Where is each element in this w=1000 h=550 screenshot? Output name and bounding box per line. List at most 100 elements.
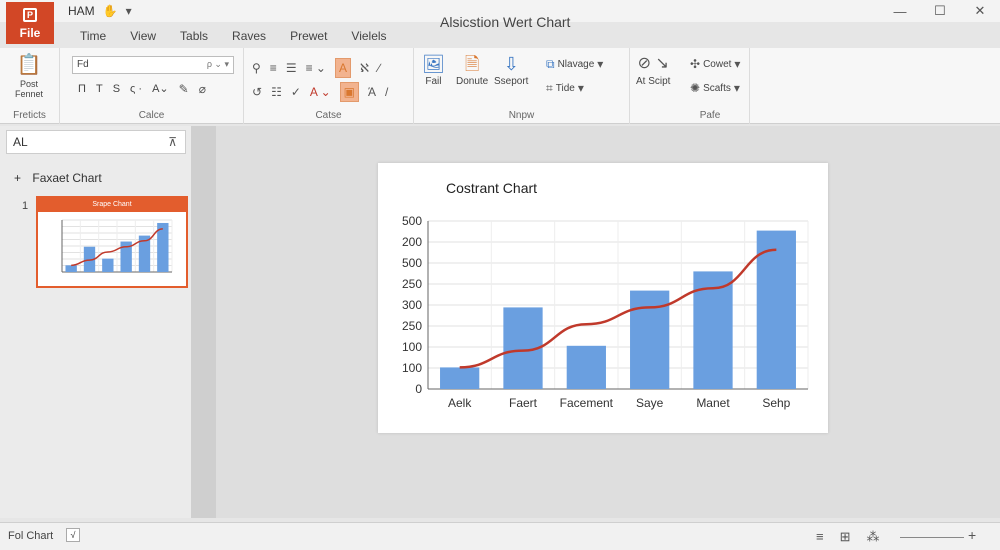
slide-section[interactable]: + Faxaet Chart bbox=[14, 171, 102, 185]
tab-view[interactable]: View bbox=[118, 28, 168, 44]
x-tick-label: Sehp bbox=[762, 396, 790, 410]
main-chart[interactable]: 0 100 100 250 300 250 500 200 500 Aelk Faert Faceme… bbox=[378, 163, 828, 433]
group-label-clipboard: Freticts bbox=[13, 110, 46, 121]
x-tick-label: Manet bbox=[696, 396, 730, 410]
donute-label: Donute bbox=[456, 76, 489, 87]
x-tick-label: Facement bbox=[560, 396, 614, 410]
ribbon-group-clipboard: 📋 Post Fennet Freticts bbox=[0, 48, 60, 124]
bar bbox=[566, 345, 606, 389]
font-size-icon[interactable]: Α⌄ bbox=[152, 82, 169, 95]
slide[interactable]: 0 100 100 250 300 250 500 200 500 Aelk Faert Faceme… bbox=[378, 163, 828, 433]
minimize-button[interactable]: — bbox=[880, 0, 920, 22]
tab-tabls[interactable]: Tabls bbox=[168, 28, 220, 44]
pane-search-input[interactable]: AL ⊼ bbox=[6, 130, 186, 154]
y-tick-label: 500 bbox=[402, 256, 422, 270]
tab-time[interactable]: Time bbox=[68, 28, 118, 44]
bar bbox=[756, 230, 796, 389]
ribbon: 📋 Post Fennet Freticts Calce Fd ρ ⌄ ▾ Π … bbox=[0, 48, 1000, 124]
pen-icon[interactable]: / bbox=[385, 86, 388, 98]
check-icon[interactable]: ✓ bbox=[291, 86, 301, 98]
y-tick-label: 250 bbox=[402, 277, 422, 291]
x-tick-label: Aelk bbox=[448, 396, 472, 410]
normal-view-icon[interactable]: ⊞ bbox=[840, 529, 851, 545]
font-dropdown-icon[interactable]: ρ ⌄ ▾ bbox=[207, 59, 229, 70]
slide-thumbnail[interactable]: Srape Chant bbox=[36, 196, 188, 288]
fail-label: Fail bbox=[425, 76, 442, 87]
zoom-slider[interactable] bbox=[900, 537, 964, 538]
y-tick-label: 0 bbox=[415, 382, 422, 396]
tide-button[interactable]: ⌗ Tide ▾ bbox=[546, 82, 584, 94]
sseport-button[interactable]: ⇩ Sseport bbox=[494, 54, 528, 87]
picture-icon: 🖼 bbox=[422, 54, 445, 74]
chart-title[interactable]: Costrant Chart bbox=[446, 180, 537, 196]
paste-button[interactable]: 📋 Post Fennet bbox=[14, 54, 44, 99]
tab-vielels[interactable]: Vielels bbox=[339, 28, 398, 44]
tide-dropdown-icon: ▾ bbox=[577, 81, 584, 95]
clear-format-icon[interactable]: ℵ bbox=[360, 62, 369, 74]
nlavage-button[interactable]: ⧉ Nlavage ▾ bbox=[546, 58, 603, 70]
donute-button[interactable]: 🗎 Donute bbox=[456, 54, 488, 87]
font-color-icon[interactable]: A bbox=[334, 58, 351, 78]
qat-dropdown-icon[interactable]: ▾ bbox=[126, 5, 132, 17]
y-tick-label: 500 bbox=[402, 214, 422, 228]
undo-icon[interactable]: ↺ bbox=[252, 86, 262, 98]
font-name-input[interactable]: Fd ρ ⌄ ▾ bbox=[72, 56, 234, 74]
columns-icon[interactable]: ☷ bbox=[271, 86, 282, 98]
text-direction-icon[interactable]: ∕ bbox=[378, 62, 380, 74]
shape-fill-icon[interactable]: ▣ bbox=[339, 82, 359, 102]
group-label-paragraph: Catse bbox=[315, 110, 342, 121]
group-label-font: Calce bbox=[138, 110, 165, 121]
status-check[interactable]: √ bbox=[66, 528, 80, 542]
maximize-button[interactable]: ☐ bbox=[920, 0, 960, 22]
bullets-icon[interactable]: ≡ ⌄ bbox=[306, 62, 326, 74]
close-button[interactable]: ✕ bbox=[960, 0, 1000, 22]
eraser-icon[interactable]: ⌀ bbox=[199, 83, 206, 95]
section-expand-icon[interactable]: + bbox=[14, 171, 21, 185]
char-spacing-icon[interactable]: Ά bbox=[368, 86, 376, 98]
section-label: Faxaet Chart bbox=[32, 171, 102, 185]
group-label-insert: Nnpw bbox=[508, 110, 535, 121]
align-icon[interactable]: ≡ bbox=[270, 62, 277, 74]
pane-search-text: AL bbox=[13, 135, 28, 149]
sseport-label: Sseport bbox=[494, 76, 529, 87]
status-bar: Fol Chart √ ≡ ⊞ ⁂ + bbox=[0, 522, 1000, 550]
strike-icon[interactable]: Ѕ bbox=[113, 83, 120, 95]
fail-button[interactable]: 🖼 Fail bbox=[422, 54, 445, 87]
paragraph-row-1: ⚲ ≡ ☰ ≡ ⌄ A ℵ ∕ bbox=[252, 58, 380, 78]
text-color-icon[interactable]: A ⌄ bbox=[310, 86, 331, 98]
bar bbox=[102, 258, 114, 272]
italic-icon[interactable]: Τ bbox=[96, 83, 103, 95]
pane-collapse-icon[interactable]: ⊼ bbox=[168, 135, 177, 149]
thumbnail-chart bbox=[61, 219, 173, 273]
list-icon[interactable]: ☰ bbox=[286, 62, 297, 74]
link-icon[interactable]: ⚲ bbox=[252, 62, 261, 74]
font-name-value: Fd bbox=[77, 59, 89, 70]
status-text: Fol Chart bbox=[8, 530, 54, 542]
y-tick-label: 100 bbox=[402, 340, 422, 354]
qat-label: HAM bbox=[68, 4, 95, 18]
y-tick-label: 250 bbox=[402, 319, 422, 333]
paste-icon: 📋 bbox=[16, 54, 42, 76]
group-label-pafe: Pafe bbox=[699, 110, 721, 121]
font-format-row: Π Τ Ѕ ς · Α⌄ ✎ ⌀ bbox=[78, 82, 206, 96]
tab-raves[interactable]: Raves bbox=[220, 28, 278, 44]
zoom-in-icon[interactable]: + bbox=[968, 527, 976, 543]
slides-pane: AL ⊼ + Faxaet Chart 1 Srape Chant bbox=[0, 126, 192, 518]
pane-splitter[interactable] bbox=[192, 126, 216, 518]
bar bbox=[65, 265, 77, 272]
highlight-icon[interactable]: ✎ bbox=[179, 83, 189, 95]
nlavage-label: Nlavage bbox=[557, 58, 595, 70]
slide-number: 1 bbox=[22, 200, 29, 212]
tab-prewet[interactable]: Prewet bbox=[278, 28, 339, 44]
thumbnail-title: Srape Chant bbox=[38, 198, 186, 212]
notes-icon[interactable]: ≡ bbox=[816, 529, 824, 545]
save-icon[interactable]: ✋ bbox=[103, 5, 118, 17]
slide-sorter-icon[interactable]: ⁂ bbox=[867, 529, 880, 545]
file-button[interactable]: P File bbox=[6, 2, 54, 44]
y-tick-label: 200 bbox=[402, 235, 422, 249]
change-case-icon[interactable]: ς · bbox=[130, 83, 142, 95]
ribbon-group-pafe: Pafe bbox=[630, 48, 790, 124]
window-title: Alsiсstion Wert Chart bbox=[440, 14, 571, 30]
paste-label: Post Fennet bbox=[14, 79, 44, 99]
bold-icon[interactable]: Π bbox=[78, 83, 86, 95]
